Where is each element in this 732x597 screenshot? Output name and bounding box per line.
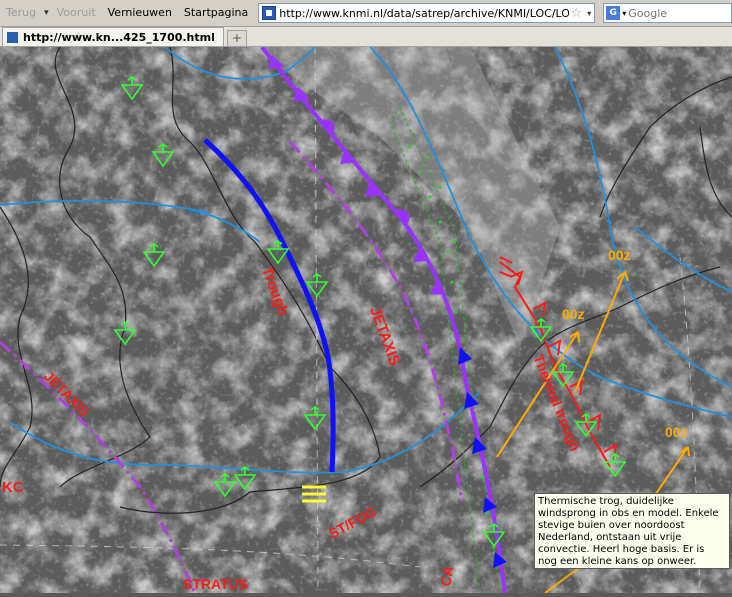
navigation-toolbar: Terug ▾ Vooruit Vernieuwen Startpagina h… — [0, 0, 732, 27]
reload-button[interactable]: Vernieuwen — [102, 3, 178, 23]
label-isobar-1015: 1015 — [188, 207, 208, 217]
back-history-chevron-icon[interactable]: ▾ — [42, 8, 51, 18]
label-stratus: STRATUS — [183, 576, 248, 592]
map-tooltip: Thermische trog, duidelijke windsprong i… — [534, 493, 730, 569]
search-engine-icon[interactable]: G — [606, 6, 621, 20]
tab-active[interactable]: http://www.kn...425_1700.html — [2, 27, 224, 46]
search-input[interactable] — [628, 6, 729, 20]
back-button[interactable]: Terug — [0, 3, 42, 23]
label-time-00z-3: 00z — [665, 424, 688, 440]
search-bar[interactable]: G ▾ — [603, 3, 732, 23]
bookmark-star-icon[interactable]: ☆ — [569, 6, 585, 21]
site-favicon-icon — [262, 6, 277, 20]
tab-bar: http://www.kn...425_1700.html + — [0, 27, 732, 47]
home-button[interactable]: Startpagina — [178, 3, 254, 23]
forward-button[interactable]: Vooruit — [51, 3, 102, 23]
tab-favicon-icon — [7, 31, 18, 43]
new-tab-button[interactable]: + — [226, 30, 247, 46]
tab-title: http://www.kn...425_1700.html — [23, 30, 215, 44]
url-text[interactable]: http://www.knmi.nl/data/satrep/archive/K… — [279, 7, 568, 20]
url-bar[interactable]: http://www.knmi.nl/data/satrep/archive/K… — [258, 3, 596, 23]
label-kc: KC — [2, 479, 24, 496]
label-time-00z-2: 00z — [562, 306, 585, 322]
url-dropdown-chevron-icon[interactable]: ▾ — [584, 9, 594, 18]
label-time-00z-1: 00z — [608, 247, 631, 263]
